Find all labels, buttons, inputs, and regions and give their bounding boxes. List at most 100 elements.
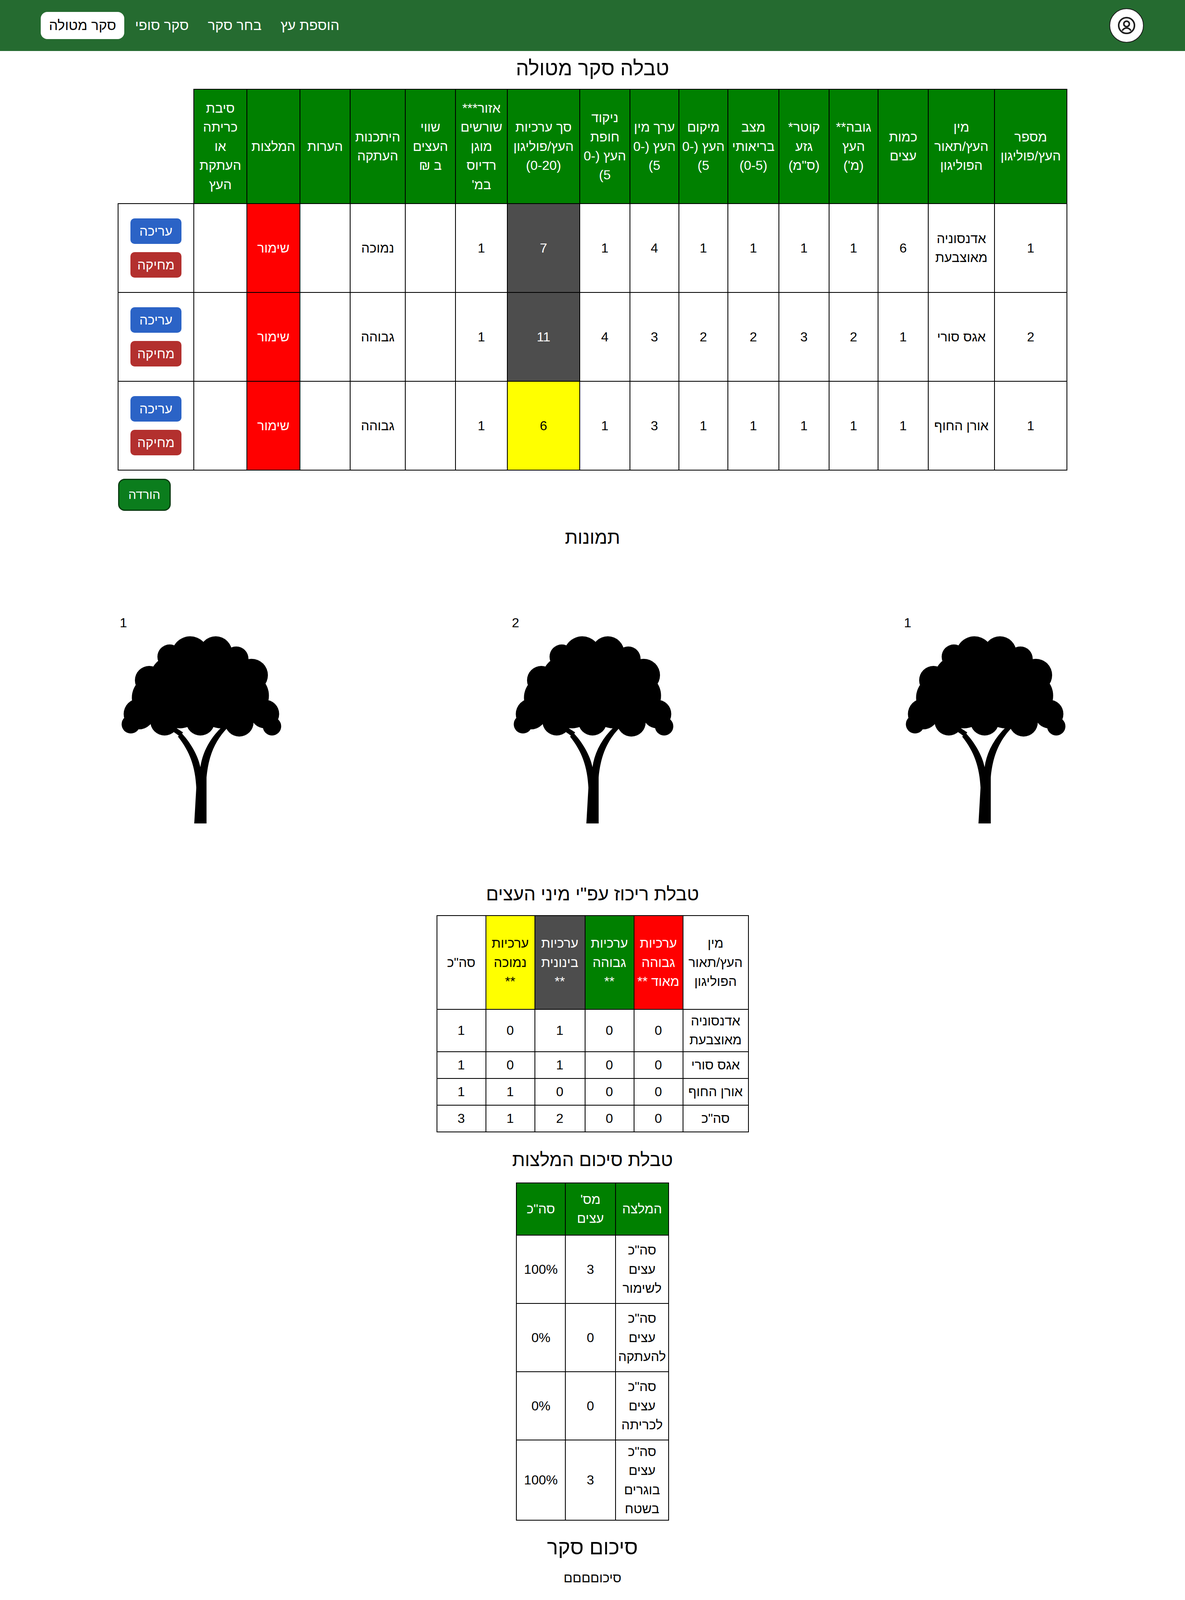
table-header-row: מספר העץ/פוליגוןמין העץ/תאור הפוליגוןכמו… — [118, 89, 1067, 204]
table-cell: 1 — [579, 203, 630, 293]
nav-link[interactable]: סקר סופי — [126, 11, 198, 39]
table-header-cell: מס' עצים — [565, 1183, 616, 1236]
actions-cell: עריכה מחיקה — [118, 292, 194, 382]
table-cell: 3 — [565, 1440, 616, 1522]
nav-links: הוספת עץבחר סקרסקר סופיסקר מטולה — [40, 11, 348, 39]
table-cell: גבוהה — [350, 381, 406, 471]
species-summary-title: טבלת ריכוז עפ"י מיני העצים — [485, 883, 700, 906]
table-cell: 100% — [516, 1440, 566, 1522]
actions-stack: עריכה מחיקה — [121, 396, 191, 456]
table-cell: 1 — [994, 203, 1067, 293]
table-cell: 1 — [878, 292, 929, 382]
table-cell: 1 — [778, 381, 830, 471]
page-title: טבלה סקר מטולה — [515, 55, 670, 81]
user-icon — [1117, 16, 1137, 35]
table-cell: 0 — [634, 1078, 684, 1106]
table-header-cell: סיבת כריתה או העתקת העץ — [193, 89, 247, 204]
table-header-cell: סך ערכיות העץ/פוליגון (0-20) — [507, 89, 580, 204]
table-cell: 3 — [778, 292, 830, 382]
table-cell: 0 — [565, 1303, 616, 1373]
table-header-cell: גובה** העץ (מ') — [829, 89, 879, 204]
species-summary-table: מין העץ/תאור הפוליגוןערכיות גבוהה מאוד *… — [436, 915, 749, 1133]
table-cell: 1 — [678, 203, 728, 293]
recommendations-table: המלצהמס' עציםסה"כסה"כ עצים לשימור3100%סה… — [515, 1182, 670, 1522]
table-cell: 1 — [829, 381, 879, 471]
table-cell: אדנסוניה מאוצבעת — [683, 1009, 749, 1053]
table-cell: סה"כ עצים בוגרים בשטח — [615, 1440, 669, 1522]
nav-link[interactable]: בחר סקר — [199, 11, 270, 39]
survey-summary-title: סיכום סקר — [547, 1535, 639, 1561]
table-cell — [299, 292, 351, 382]
table-cell: 1 — [485, 1078, 535, 1106]
page: טבלה סקר מטולהמספר העץ/פוליגוןמין העץ/תא… — [118, 51, 1067, 1596]
actions-stack: עריכה מחיקה — [121, 307, 191, 368]
table-row: 1אדנסוניה מאוצבעת611114171נמוכהשימורעריכ… — [118, 203, 1067, 293]
action-button[interactable]: מחיקה — [130, 429, 182, 456]
table-header-cell: ערכיות בינונית ** — [534, 915, 586, 1010]
table-cell: נמוכה — [350, 203, 406, 293]
table-cell — [193, 292, 247, 382]
table-cell: 1 — [727, 203, 779, 293]
table-row: סה"כ עצים לשימור3100% — [516, 1235, 669, 1304]
table-header-cell: אזור*** שורשים מוגן רדיוס במ' — [455, 89, 508, 204]
table-cell — [405, 203, 456, 293]
table-row: 2אגס סורי1232234111גבוההשימורעריכהמחיקה — [118, 292, 1067, 382]
table-cell: 1 — [994, 381, 1067, 471]
nav-link[interactable]: סקר מטולה — [40, 11, 125, 39]
photo-card: 1 — [902, 614, 1067, 824]
table-cell: 7 — [507, 203, 580, 293]
table-cell: 4 — [579, 292, 630, 382]
table-cell: 1 — [485, 1105, 535, 1133]
photo-label: 1 — [118, 614, 283, 632]
table-header-cell: מין העץ/תאור הפוליגון — [928, 89, 995, 204]
table-header-cell: מין העץ/תאור הפוליגון — [683, 915, 749, 1010]
table-row: אדנסוניה מאוצבעת00101 — [436, 1009, 749, 1053]
table-cell: 0 — [585, 1052, 635, 1079]
table-cell: אגס סורי — [928, 292, 995, 382]
action-button[interactable]: עריכה — [130, 396, 182, 422]
download-button[interactable]: הורדה — [118, 478, 171, 512]
user-button[interactable] — [1109, 8, 1144, 43]
table-cell — [299, 381, 351, 471]
table-header-cell: סה"כ — [516, 1183, 566, 1236]
table-header-cell: מספר העץ/פוליגון — [994, 89, 1067, 204]
table-header-cell: ערכיות גבוהה ** — [585, 915, 635, 1010]
actions-cell: עריכה מחיקה — [118, 203, 194, 293]
action-button[interactable]: מחיקה — [130, 341, 182, 367]
actions-stack: עריכה מחיקה — [121, 218, 191, 279]
photo-label: 2 — [510, 614, 675, 632]
table-cell: סה"כ — [683, 1105, 749, 1133]
table-cell: 6 — [507, 381, 580, 471]
table-cell: 1 — [436, 1078, 486, 1106]
tree-photo — [510, 634, 675, 824]
table-cell: 1 — [579, 381, 630, 471]
actions-cell: עריכה מחיקה — [118, 381, 194, 471]
tree-photo — [902, 634, 1067, 824]
table-cell — [299, 203, 351, 293]
table-cell: 0 — [485, 1052, 535, 1079]
table-cell: 4 — [629, 203, 679, 293]
table-cell: 1 — [727, 381, 779, 471]
table-row: סה"כ עצים לכריתה00% — [516, 1372, 669, 1441]
actions-header-cell — [118, 89, 194, 204]
table-header-cell: מצב בריאותי (0-5) — [727, 89, 779, 204]
table-cell: סה"כ עצים לשימור — [615, 1235, 669, 1304]
download-row: הורדה — [118, 478, 1067, 512]
table-cell: 2 — [727, 292, 779, 382]
table-cell: שימור — [246, 381, 300, 471]
action-button[interactable]: עריכה — [130, 307, 182, 333]
table-header-cell: קוטר* גזע (ס"מ) — [778, 89, 830, 204]
nav-link[interactable]: הוספת עץ — [272, 11, 348, 39]
action-button[interactable]: מחיקה — [130, 252, 182, 278]
table-header-cell: ניקוד חופת העץ (0-5) — [579, 89, 630, 204]
table-cell: 0 — [585, 1009, 635, 1053]
photo-row: 1 2 1 — [118, 614, 1067, 824]
table-cell: 1 — [455, 292, 508, 382]
table-cell: 0 — [634, 1105, 684, 1133]
table-cell: 1 — [534, 1052, 586, 1079]
table-cell: 1 — [455, 203, 508, 293]
survey-summary-text: סיכוםםםם — [563, 1570, 622, 1588]
action-button[interactable]: עריכה — [130, 218, 182, 244]
table-header-cell: המלצה — [615, 1183, 669, 1236]
photo-card: 2 — [510, 614, 675, 824]
